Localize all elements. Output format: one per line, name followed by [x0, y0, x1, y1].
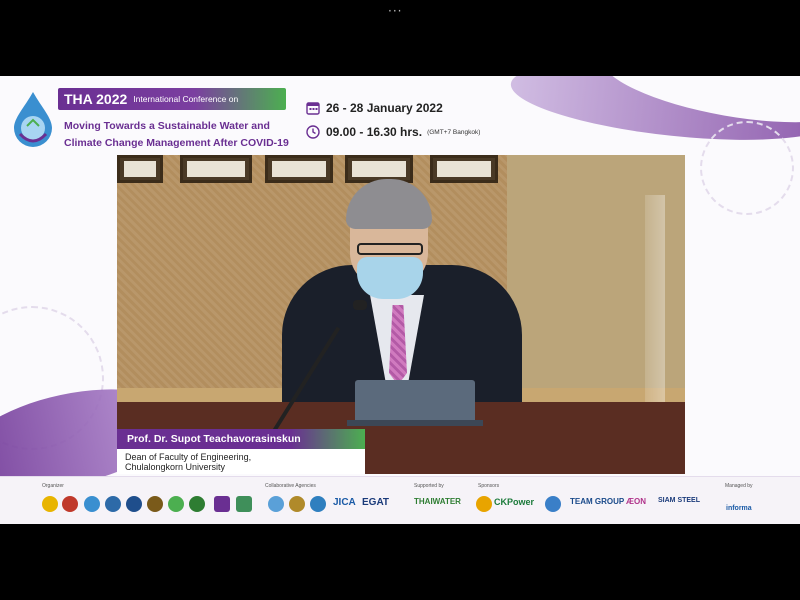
organizer-label: Organizer [42, 483, 64, 489]
organizer-logo-icon [42, 496, 58, 512]
organizer-logo-icon [147, 496, 163, 512]
thaiwater-logo: THAIWATER [414, 497, 461, 506]
speaker-name: Prof. Dr. Supot Teachavorasinskun [127, 433, 301, 445]
collaborative-logo-icon [268, 496, 284, 512]
sponsor-logo-icon [545, 496, 561, 512]
organizer-logo-icon [168, 496, 184, 512]
laptop-base [347, 420, 483, 426]
sponsor-strip: Organizer Collaborative Agencies Support… [0, 476, 800, 525]
event-timezone: (GMT+7 Bangkok) [427, 128, 481, 136]
more-options-icon[interactable]: ··· [388, 4, 402, 18]
organizer-logo-icon [84, 496, 100, 512]
speaker-name-banner: Prof. Dr. Supot Teachavorasinskun [117, 429, 365, 449]
wall-picture-frame [265, 155, 333, 183]
organizer-logo-icon [214, 496, 230, 512]
decorative-circle [700, 121, 794, 215]
speaker-role: Dean of Faculty of Engineering, Chulalon… [117, 449, 365, 474]
organizer-logo-icon [189, 496, 205, 512]
wall-picture-frame [117, 155, 163, 183]
wall-picture-frame [430, 155, 498, 183]
collaborative-logo-icon [289, 496, 305, 512]
siam-steel-logo: SIAM STEEL [658, 497, 701, 504]
laptop [355, 380, 475, 424]
speaker-role-line1: Dean of Faculty of Engineering, [125, 452, 252, 462]
event-time: 09.00 - 16.30 hrs. [326, 125, 423, 139]
conference-theme: Moving Towards a Sustainable Water and C… [64, 118, 289, 152]
top-black-bar: ··· [0, 0, 800, 76]
collaborative-logo-icon [310, 496, 326, 512]
event-dates: 26 - 28 January 2022 [326, 101, 443, 115]
conference-label: International Conference on [133, 94, 239, 104]
ckpower-logo: CKPower [494, 497, 535, 507]
clock-icon [306, 125, 320, 139]
speaker-glasses [357, 243, 423, 255]
calendar-icon [306, 102, 320, 115]
conference-year: THA 2022 [64, 91, 128, 107]
wall-picture-frame [180, 155, 252, 183]
team-group-logo: TEAM GROUP [570, 497, 625, 506]
event-info: 26 - 28 January 2022 09.00 - 16.30 hrs. … [306, 96, 480, 144]
tha-water-drop-logo [14, 92, 52, 147]
organizer-logo-icon [105, 496, 121, 512]
organizer-logo-icon [126, 496, 142, 512]
aeon-logo: ÆON [626, 497, 646, 506]
conference-title-banner: THA 2022 International Conference on [58, 88, 286, 110]
sponsor-label: Sponsors [478, 483, 500, 489]
managed-label: Managed by [725, 483, 753, 489]
ckpower-logo-icon [476, 496, 492, 512]
supported-label: Supported by [414, 483, 444, 489]
speaker-role-line2: Chulalongkorn University [125, 462, 226, 472]
egat-logo: EGAT [362, 497, 390, 508]
organizer-logo-icon [236, 496, 252, 512]
jica-logo: JICA [333, 497, 356, 508]
speaker-face-mask [357, 257, 423, 299]
conference-theme-line2: Climate Change Management After COVID-19 [64, 137, 289, 149]
collaborative-label: Collaborative Agencies [265, 483, 316, 489]
speaker-video [117, 155, 685, 474]
conference-theme-line1: Moving Towards a Sustainable Water and [64, 120, 270, 132]
informa-logo: informa [726, 505, 752, 512]
organizer-logo-icon [62, 496, 78, 512]
microphone-icon [353, 300, 367, 310]
bottom-black-bar [0, 524, 800, 600]
